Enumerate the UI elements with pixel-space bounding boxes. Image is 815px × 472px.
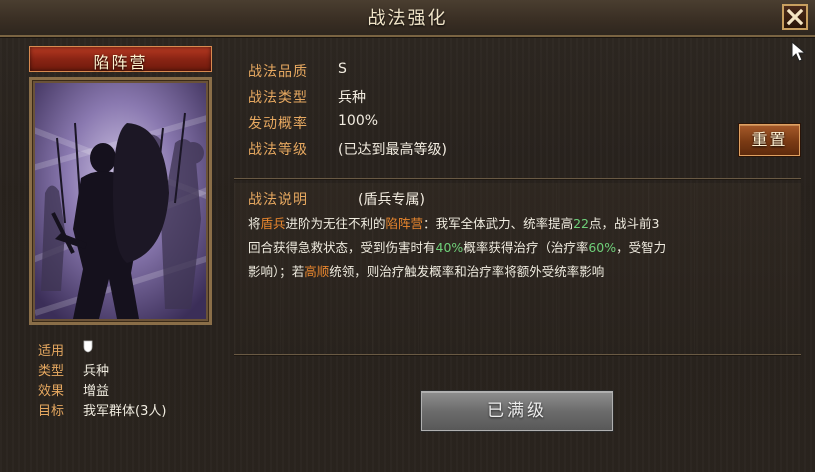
description-line: 影响）；若高顺统领，则治疗触发概率和治疗率将额外受统率影响 (248, 260, 793, 284)
reset-button[interactable]: 重置 (739, 124, 800, 156)
highlight-unit: 盾兵 (260, 216, 286, 231)
description-line: 将盾兵进阶为无往不利的陷阵营：我军全体武力、统率提高22点，战斗前3 (248, 212, 793, 236)
stat-value: S (338, 61, 347, 77)
max-level-button[interactable]: 已满级 (421, 391, 613, 431)
description-tag: (盾兵专属) (358, 192, 425, 208)
stat-value: (已达到最高等级) (338, 142, 447, 158)
text-span: 将 (248, 216, 261, 231)
text-span: 点，战斗前3 (588, 216, 660, 231)
info-key: 适用 (38, 344, 65, 359)
text-span: 统领，则治疗触发概率和治疗率将额外受统率影响 (329, 264, 605, 279)
text-span: 概率获得治疗（治疗率 (463, 240, 589, 255)
text-span: 回合获得急救状态，受到伤害时有 (248, 240, 436, 255)
highlight-number: 60% (588, 240, 617, 255)
skill-name: 陷阵营 (93, 53, 148, 72)
info-key: 目标 (38, 404, 65, 419)
text-span: 进阶为无往不利的 (285, 216, 386, 231)
skill-upgrade-panel: 战法强化 陷阵营 适用 类型 兵种 效果 增益 目标 我军群体(3人) 战法品质… (0, 0, 815, 472)
divider (234, 354, 801, 355)
text-span: ，受智力 (616, 240, 667, 255)
mouse-cursor-icon (791, 40, 807, 62)
highlight-general: 高顺 (304, 264, 330, 279)
stat-key: 战法等级 (248, 142, 308, 158)
info-value: 我军群体(3人) (83, 404, 167, 419)
divider (234, 178, 801, 179)
highlight-number: 40% (435, 240, 464, 255)
description-line: 回合获得急救状态，受到伤害时有40%概率获得治疗（治疗率60%，受智力 (248, 236, 793, 260)
stat-value: 兵种 (338, 90, 366, 106)
info-value: 增益 (83, 384, 110, 399)
skill-card (29, 77, 212, 325)
text-span: 影响）；若 (248, 264, 305, 279)
stat-key: 发动概率 (248, 116, 308, 132)
title-bar: 战法强化 (0, 0, 815, 37)
close-x-icon (786, 8, 804, 26)
window-title: 战法强化 (367, 8, 448, 29)
text-span: ：我军全体武力、统率提高 (423, 216, 574, 231)
stat-value: 100% (338, 113, 379, 129)
description-text: 将盾兵进阶为无往不利的陷阵营：我军全体武力、统率提高22点，战斗前3 回合获得急… (248, 212, 793, 284)
highlight-skill: 陷阵营 (385, 216, 424, 231)
highlight-number: 22 (573, 216, 589, 231)
description-header: 战法说明 (盾兵专属) (248, 189, 425, 209)
info-value: 兵种 (83, 364, 110, 379)
shield-soldier-silhouette-image (35, 83, 206, 319)
stat-key: 战法品质 (248, 64, 308, 80)
description-label: 战法说明 (248, 192, 308, 208)
info-key: 效果 (38, 384, 65, 399)
shield-icon (83, 340, 93, 355)
info-key: 类型 (38, 364, 65, 379)
close-button[interactable] (782, 4, 808, 30)
skill-name-plate: 陷阵营 (29, 46, 212, 72)
description-box: 战法说明 (盾兵专属) 将盾兵进阶为无往不利的陷阵营：我军全体武力、统率提高22… (234, 183, 801, 353)
stat-key: 战法类型 (248, 90, 308, 106)
